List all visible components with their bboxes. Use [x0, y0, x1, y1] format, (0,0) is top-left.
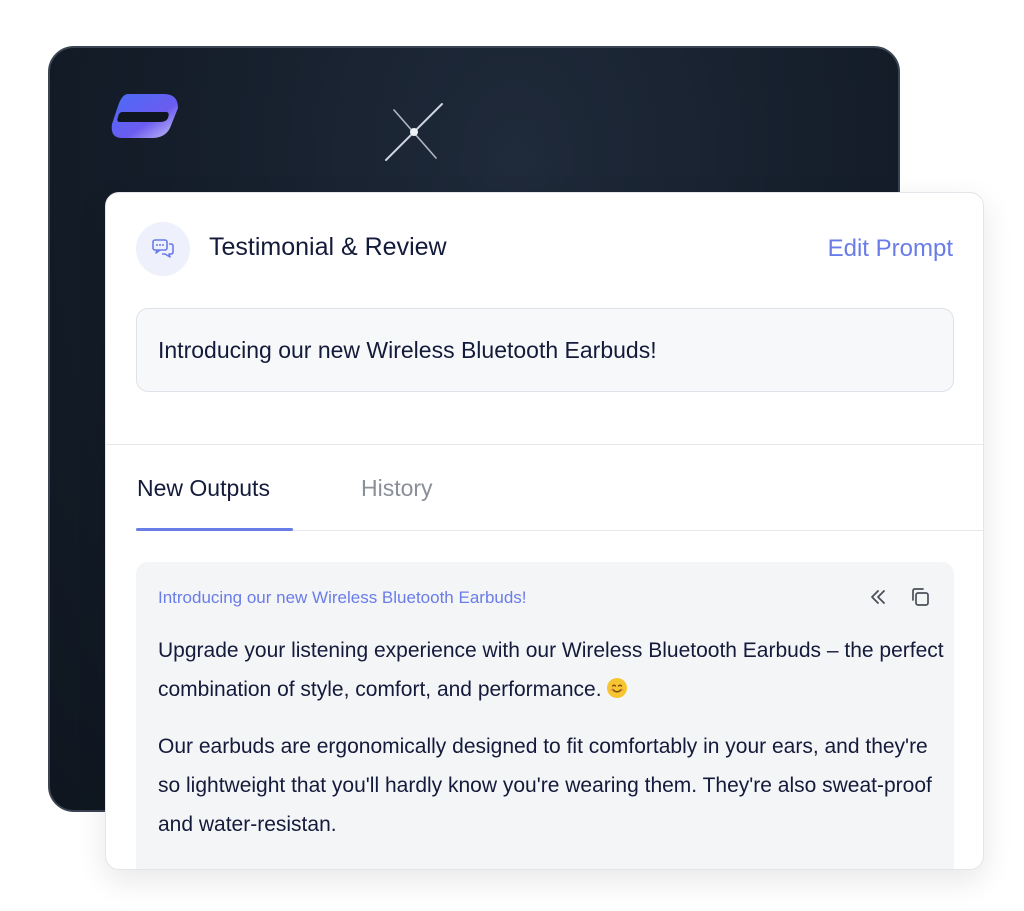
active-tab-indicator [136, 528, 293, 531]
output-paragraph: Our earbuds are ergonomically designed t… [158, 735, 932, 836]
prompt-input[interactable]: Introducing our new Wireless Bluetooth E… [136, 308, 954, 392]
output-card: Introducing our new Wireless Bluetooth E… [136, 562, 954, 869]
prompt-text: Introducing our new Wireless Bluetooth E… [158, 336, 657, 363]
smiling-face-emoji [606, 678, 627, 698]
avatar [136, 222, 190, 276]
edit-prompt-link[interactable]: Edit Prompt [828, 235, 953, 263]
output-paragraph-text: Upgrade your listening experience with o… [158, 639, 944, 701]
collapse-icon [871, 590, 885, 604]
sparkle-icon [385, 103, 443, 161]
card-title: Testimonial & Review [209, 233, 447, 261]
copy-button[interactable] [908, 585, 932, 609]
prompt-card: Testimonial & Review Edit Prompt Introdu… [105, 192, 984, 870]
tab-new-outputs[interactable]: New Outputs [137, 475, 270, 502]
tab-history[interactable]: History [361, 475, 433, 502]
app-logo-icon [111, 94, 178, 138]
section-divider [106, 444, 983, 445]
output-title: Introducing our new Wireless Bluetooth E… [158, 588, 527, 607]
chat-bubbles-icon [152, 239, 174, 258]
copy-icon [912, 588, 929, 606]
collapse-button[interactable] [866, 585, 890, 609]
output-paragraph: Upgrade your listening experience with o… [158, 631, 948, 709]
